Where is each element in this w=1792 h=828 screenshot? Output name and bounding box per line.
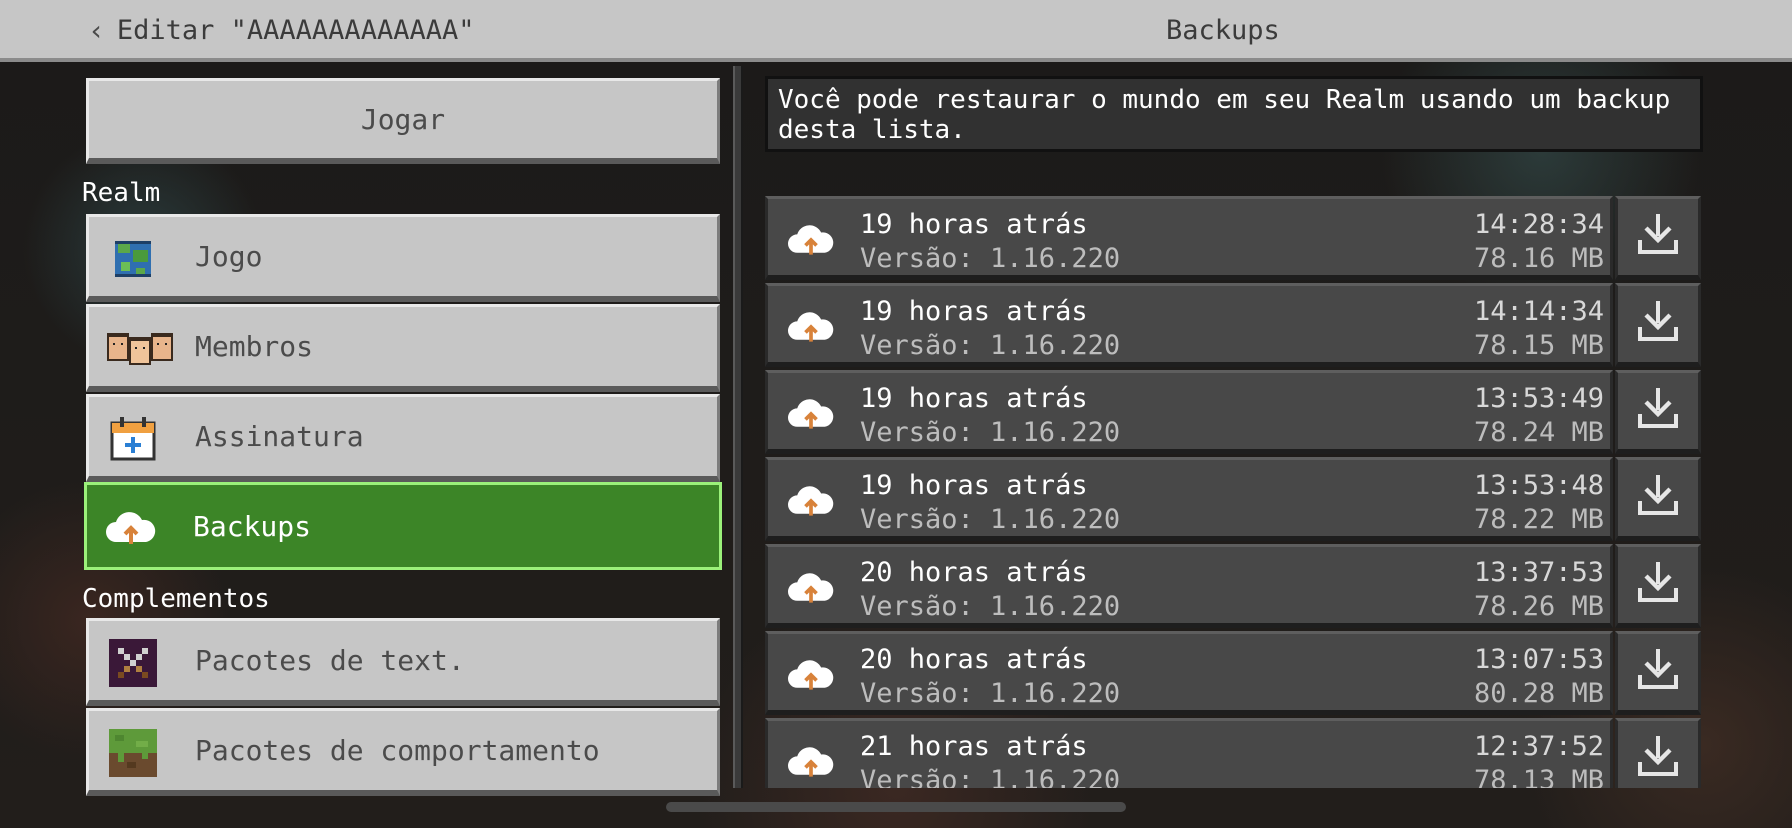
home-indicator[interactable] — [666, 802, 1126, 812]
backup-version: Versão: 1.16.220 — [860, 678, 1121, 709]
calendar-icon — [107, 413, 159, 465]
backup-entry-button[interactable]: 21 horas atrás Versão: 1.16.220 12:37:52 78… — [765, 718, 1613, 788]
backup-time: 14:14:34 — [1473, 296, 1604, 327]
backup-size: 78.15 MB — [1473, 330, 1604, 361]
backup-size: 78.16 MB — [1473, 243, 1604, 274]
download-button[interactable] — [1615, 544, 1701, 628]
download-icon — [1634, 299, 1682, 349]
backup-row: 19 horas atrás Versão: 1.16.220 13:53:48 78… — [765, 457, 1701, 541]
backup-size: 78.26 MB — [1473, 591, 1604, 622]
backup-age: 19 horas atrás — [860, 470, 1088, 501]
backup-size: 78.24 MB — [1473, 417, 1604, 448]
backup-size: 78.13 MB — [1473, 765, 1604, 788]
download-icon — [1634, 212, 1682, 262]
backup-row: 21 horas atrás Versão: 1.16.220 12:37:52 78… — [765, 718, 1701, 788]
nav-item-membros[interactable]: Membros — [86, 304, 720, 392]
nav-item-label: Pacotes de comportamento — [195, 734, 600, 767]
nav-item-resource-packs[interactable]: Pacotes de text. — [86, 618, 720, 706]
members-icon — [107, 323, 173, 375]
backup-version: Versão: 1.16.220 — [860, 591, 1121, 622]
backup-time: 14:28:34 — [1473, 209, 1604, 240]
download-icon — [1634, 386, 1682, 436]
backup-version: Versão: 1.16.220 — [860, 330, 1121, 361]
back-label: Editar "AAAAAAAAAAAAA" — [116, 14, 475, 46]
download-button[interactable] — [1615, 718, 1701, 788]
cloud-upload-icon — [788, 306, 834, 346]
nav-item-jogo[interactable]: Jogo — [86, 214, 720, 302]
play-button[interactable]: Jogar — [86, 78, 720, 164]
section-label-addons: Complementos — [82, 584, 270, 614]
backup-version: Versão: 1.16.220 — [860, 765, 1121, 788]
cloud-upload-icon — [788, 393, 834, 433]
nav-item-assinatura[interactable]: Assinatura — [86, 394, 720, 482]
cloud-upload-icon — [788, 567, 834, 607]
backup-age: 19 horas atrás — [860, 383, 1088, 414]
backup-age: 20 horas atrás — [860, 644, 1088, 675]
info-text: Você pode restaurar o mundo em seu Realm… — [765, 76, 1703, 152]
download-button[interactable] — [1615, 370, 1701, 454]
nav-item-label: Backups — [193, 509, 312, 543]
globe-icon — [107, 233, 159, 285]
backup-row: 20 horas atrás Versão: 1.16.220 13:37:53 78… — [765, 544, 1701, 628]
backup-version: Versão: 1.16.220 — [860, 504, 1121, 535]
backup-time: 12:37:52 — [1473, 731, 1604, 762]
sword-icon — [107, 637, 159, 689]
download-button[interactable] — [1615, 283, 1701, 367]
section-label-realm: Realm — [82, 178, 161, 208]
backup-row: 19 horas atrás Versão: 1.16.220 13:53:49 78… — [765, 370, 1701, 454]
nav-item-label: Membros — [195, 330, 314, 363]
nav-item-behavior-packs[interactable]: Pacotes de comportamento — [86, 708, 720, 796]
download-icon — [1634, 647, 1682, 697]
backup-entry-button[interactable]: 19 horas atrás Versão: 1.16.220 13:53:48 78… — [765, 457, 1613, 541]
nav-item-label: Assinatura — [195, 420, 364, 453]
download-icon — [1634, 560, 1682, 610]
backup-list[interactable]: 19 horas atrás Versão: 1.16.220 14:28:34 78… — [765, 196, 1701, 788]
nav-item-label: Pacotes de text. — [195, 644, 465, 677]
cloud-upload-icon — [788, 480, 834, 520]
backup-entry-button[interactable]: 19 horas atrás Versão: 1.16.220 13:53:49 78… — [765, 370, 1613, 454]
backup-size: 80.28 MB — [1473, 678, 1604, 709]
play-label: Jogar — [360, 103, 446, 136]
backup-time: 13:07:53 — [1473, 644, 1604, 675]
backup-row: 20 horas atrás Versão: 1.16.220 13:07:53 80… — [765, 631, 1701, 715]
page-title: Backups — [1166, 14, 1280, 46]
backups-panel[interactable]: Você pode restaurar o mundo em seu Realm… — [743, 66, 1792, 788]
download-icon — [1634, 734, 1682, 784]
backup-time: 13:53:49 — [1473, 383, 1604, 414]
backup-time: 13:37:53 — [1473, 557, 1604, 588]
backup-row: 19 horas atrás Versão: 1.16.220 14:28:34 78… — [765, 196, 1701, 280]
backup-entry-button[interactable]: 19 horas atrás Versão: 1.16.220 14:14:34 78… — [765, 283, 1613, 367]
backup-age: 20 horas atrás — [860, 557, 1088, 588]
cloud-upload-icon — [788, 219, 834, 259]
nav-item-backups[interactable]: Backups — [84, 482, 722, 570]
top-bar: ‹ Editar "AAAAAAAAAAAAA" Backups — [0, 0, 1792, 62]
download-icon — [1634, 473, 1682, 523]
backup-entry-button[interactable]: 19 horas atrás Versão: 1.16.220 14:28:34 78… — [765, 196, 1613, 280]
download-button[interactable] — [1615, 631, 1701, 715]
nav-item-label: Jogo — [195, 240, 263, 273]
backup-version: Versão: 1.16.220 — [860, 417, 1121, 448]
back-button[interactable]: ‹ Editar "AAAAAAAAAAAAA" — [88, 10, 474, 50]
backup-row: 19 horas atrás Versão: 1.16.220 14:14:34 78… — [765, 283, 1701, 367]
download-button[interactable] — [1615, 196, 1701, 280]
grass-block-icon — [107, 727, 159, 779]
download-button[interactable] — [1615, 457, 1701, 541]
panel-divider — [733, 66, 743, 788]
backup-age: 21 horas atrás — [860, 731, 1088, 762]
backup-entry-button[interactable]: 20 horas atrás Versão: 1.16.220 13:37:53 78… — [765, 544, 1613, 628]
backup-age: 19 horas atrás — [860, 296, 1088, 327]
backup-age: 19 horas atrás — [860, 209, 1088, 240]
backup-version: Versão: 1.16.220 — [860, 243, 1121, 274]
cloud-upload-icon — [788, 654, 834, 694]
backup-entry-button[interactable]: 20 horas atrás Versão: 1.16.220 13:07:53 80… — [765, 631, 1613, 715]
cloud-upload-icon — [788, 741, 834, 781]
backup-time: 13:53:48 — [1473, 470, 1604, 501]
backup-size: 78.22 MB — [1473, 504, 1604, 535]
cloud-upload-icon — [105, 501, 157, 553]
settings-nav-panel: Jogar Realm Jogo Membros Assinatura Back… — [0, 66, 733, 796]
chevron-left-icon: ‹ — [88, 13, 105, 47]
